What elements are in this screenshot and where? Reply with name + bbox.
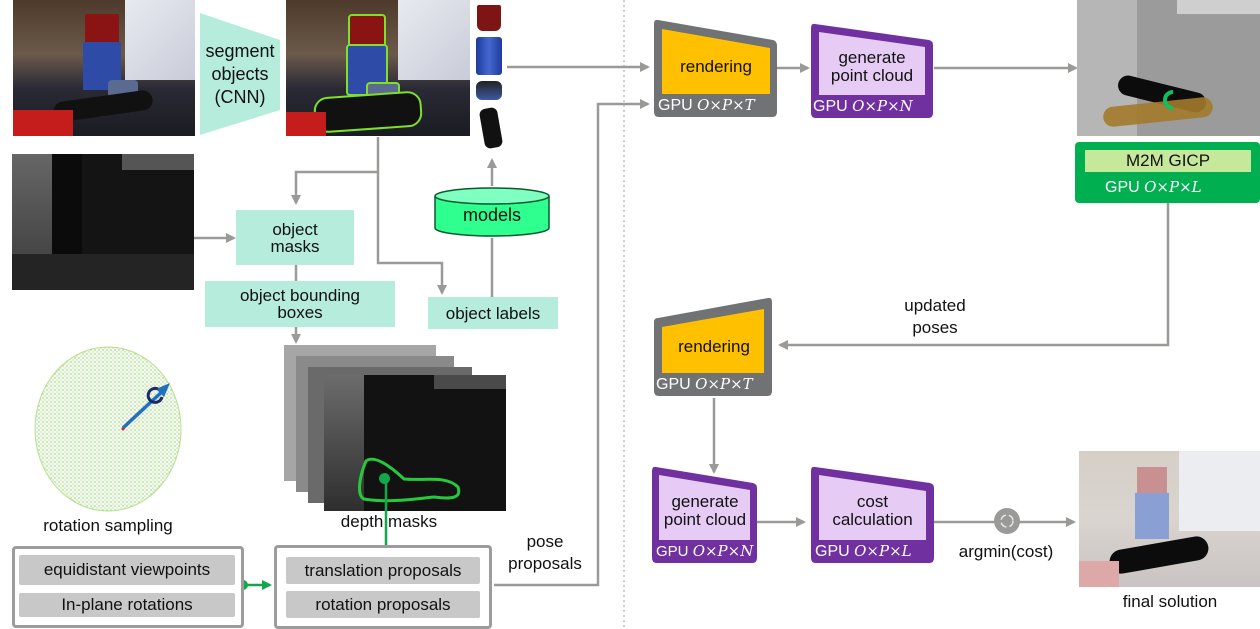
rendering-2-complexity: GPU O×P×T (656, 375, 753, 394)
model-thumbnail-coffee-can (476, 37, 502, 75)
rendering-2-gpu: GPU (656, 376, 691, 393)
model-thumbnail-tuna-can (476, 81, 502, 100)
depth-masks-stack (284, 345, 506, 515)
point-cloud-1-order: O×P×N (852, 97, 913, 115)
point-cloud-1-line2: point cloud (830, 66, 914, 85)
m2m-gicp-gpu: GPU (1105, 179, 1140, 196)
segment-line2: objects (211, 64, 269, 84)
m2m-gicp-complexity: GPU O×P×L (1105, 178, 1202, 197)
object-masks-node: object masks (236, 210, 354, 265)
final-solution-image (1079, 451, 1260, 587)
rendering-1-label: rendering (680, 57, 752, 76)
segment-objects-label: segment objects (CNN) (200, 40, 280, 109)
rotation-indicator-icon (1163, 90, 1174, 110)
rgb-input-image (13, 0, 195, 136)
point-cloud-2-label: generate point cloud (656, 493, 754, 529)
point-cloud-1-label: generate point cloud (819, 49, 925, 85)
rendering-node-1: rendering GPU O×P×T (654, 18, 777, 118)
pose-proposals-label: pose proposals (500, 532, 590, 573)
segmented-image (286, 0, 470, 136)
point-cloud-1-gpu: GPU (813, 98, 848, 115)
argmin-label: argmin(cost) (958, 542, 1054, 561)
rotation-sampling-label: rotation sampling (43, 516, 173, 535)
in-plane-rotations-item: In-plane rotations (19, 593, 235, 617)
in-plane-rotations-text: In-plane rotations (61, 595, 193, 614)
segment-line1: segment (205, 41, 275, 61)
equidistant-viewpoints-item: equidistant viewpoints (19, 555, 235, 585)
rendering-2-label: rendering (678, 337, 750, 356)
rotation-sampling-sphere (34, 346, 182, 512)
point-cloud-node-2: generate point cloud GPU O×P×N (652, 466, 757, 563)
rendering-1-order: O×P×T (697, 96, 755, 114)
object-masks-line1: object (272, 219, 318, 239)
object-bbox-line1: object bounding (239, 286, 361, 305)
segment-line3: (CNN) (214, 87, 266, 107)
updated-poses-line2: poses (912, 318, 958, 337)
cost-calculation-label: cost calculation (819, 493, 926, 529)
models-label: models (462, 205, 522, 225)
rendering-1-gpu: GPU (658, 97, 693, 114)
translation-proposals-item: translation proposals (286, 557, 480, 584)
object-bounding-boxes-node: object bounding boxes (205, 281, 395, 327)
point-cloud-2-line1: generate (671, 492, 739, 511)
point-cloud-1-line1: generate (838, 48, 906, 67)
arrow-proposals-to-rendering (494, 99, 650, 587)
rotation-proposals-text: rotation proposals (315, 594, 451, 614)
m2m-gicp-label: M2M GICP (1085, 150, 1251, 172)
object-labels-text: object labels (445, 303, 541, 323)
point-cloud-2-gpu: GPU (656, 543, 689, 560)
pose-proposals-line1: pose (526, 532, 564, 551)
object-masks-line2: masks (270, 236, 320, 256)
m2m-gicp-node: M2M GICP GPU O×P×L (1075, 142, 1260, 203)
point-cloud-1-complexity: GPU O×P×N (813, 97, 913, 116)
translation-proposals-text: translation proposals (304, 560, 462, 580)
updated-poses-line1: updated (904, 296, 966, 315)
object-labels-node: object labels (428, 297, 558, 329)
cost-calc-order: O×P×L (854, 542, 912, 560)
object-bbox-line2: boxes (277, 303, 323, 322)
depth-mask-contour (358, 457, 461, 503)
point-cloud-node-1: generate point cloud GPU O×P×N (811, 23, 933, 118)
pose-proposals-line2: proposals (508, 554, 582, 573)
cost-calc-line1: cost (856, 492, 889, 511)
rotation-proposals-item: rotation proposals (286, 591, 480, 618)
m2m-gicp-order: O×P×L (1144, 178, 1202, 196)
equidistant-viewpoints-text: equidistant viewpoints (43, 560, 211, 579)
updated-poses-label: updated poses (880, 296, 990, 337)
argmin-node-icon (994, 508, 1020, 534)
point-cloud-2-order: O×P×N (692, 542, 754, 560)
cost-calc-complexity: GPU O×P×L (815, 542, 912, 561)
rendering-1-complexity: GPU O×P×T (658, 96, 755, 115)
pose-overlay-image (1077, 0, 1260, 136)
model-thumbnail-mug (477, 5, 501, 31)
rendering-2-order: O×P×T (695, 375, 753, 393)
depth-input-image (12, 154, 194, 290)
cost-calc-line2: calculation (832, 510, 913, 529)
point-cloud-2-complexity: GPU O×P×N (656, 542, 753, 560)
point-cloud-2-line2: point cloud (663, 510, 747, 529)
final-solution-label: final solution (1122, 592, 1218, 611)
cost-calc-gpu: GPU (815, 543, 850, 560)
rendering-node-2: rendering GPU O×P×T (654, 297, 772, 397)
arrow-segment-to-masks (291, 137, 380, 205)
cost-calculation-node: cost calculation GPU O×P×L (811, 466, 934, 563)
